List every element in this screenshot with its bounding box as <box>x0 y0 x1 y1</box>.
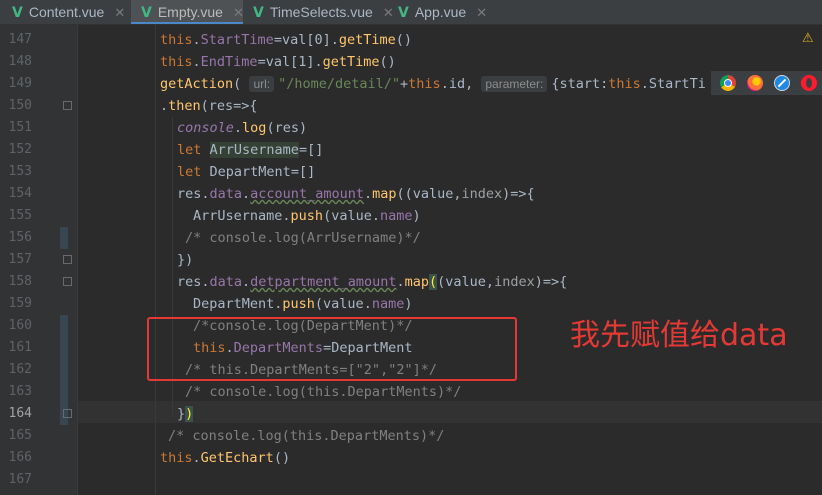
tab-content-vue[interactable]: V Content.vue ✕ <box>0 0 131 24</box>
active-tab-indicator <box>131 22 243 24</box>
param-hint-url: url: <box>249 76 275 92</box>
editor-tab-bar: V Content.vue ✕ V Empty.vue ✕ V TimeSelects.v… <box>0 0 822 25</box>
opera-icon[interactable] <box>801 75 817 91</box>
line-number: 150 <box>8 98 32 113</box>
chrome-icon[interactable] <box>720 75 736 91</box>
line-number: 159 <box>8 296 32 311</box>
code-line-165: /* console.log(this.DepartMents)*/ <box>168 428 445 444</box>
line-number: 161 <box>8 340 32 355</box>
line-number: 165 <box>8 428 32 443</box>
code-line-157: }) <box>177 252 194 268</box>
line-number: 154 <box>8 186 32 201</box>
code-line-166: this.GetEchart() <box>160 450 291 466</box>
fold-icon[interactable] <box>63 101 72 110</box>
line-number: 158 <box>8 274 32 289</box>
tab-timeselects-vue[interactable]: V TimeSelects.vue ✕ <box>243 0 394 24</box>
annotation-text: 我先赋值给data <box>570 318 788 353</box>
fold-icon[interactable] <box>63 277 72 286</box>
line-number: 166 <box>8 450 32 465</box>
code-line-155: ArrUsername.push(value.name) <box>193 208 421 224</box>
line-number: 155 <box>8 208 32 223</box>
code-line-154: res.data.account_amount.map((value,index… <box>177 186 535 202</box>
line-number: 167 <box>8 472 32 487</box>
tab-empty-vue[interactable]: V Empty.vue ✕ <box>131 0 244 24</box>
fold-icon[interactable] <box>63 255 72 264</box>
code-line-156: /* console.log(ArrUsername)*/ <box>185 230 421 246</box>
line-number: 157 <box>8 252 32 267</box>
line-number: 156 <box>8 230 32 245</box>
fold-icon[interactable] <box>63 409 72 418</box>
code-line-149: getAction( url: "/home/detail/"+this.id, … <box>160 76 706 92</box>
line-number: 152 <box>8 142 32 157</box>
line-number: 153 <box>8 164 32 179</box>
code-line-164: }) <box>177 406 194 422</box>
code-line-153: let DepartMent=[] <box>177 164 316 180</box>
code-line-151: console.log(res) <box>177 120 308 136</box>
tab-app-vue[interactable]: V App.vue ✕ <box>388 0 498 24</box>
code-line-158: res.data.detpartment_amount.map((value,i… <box>177 274 568 290</box>
line-number: 148 <box>8 54 32 69</box>
change-marker <box>60 227 68 249</box>
vue-icon: V <box>12 5 23 21</box>
close-icon[interactable]: ✕ <box>114 5 125 20</box>
warning-icon[interactable]: ⚠ <box>802 31 814 46</box>
line-number: 151 <box>8 120 32 135</box>
code-line-147: this.StartTime=val[0].getTime() <box>160 32 413 48</box>
code-line-150: .then(res=>{ <box>160 98 258 114</box>
line-number: 149 <box>8 76 32 91</box>
close-icon[interactable]: ✕ <box>476 5 487 20</box>
indent-guide <box>155 24 156 495</box>
line-number: 164 <box>8 406 32 421</box>
code-line-163: /* console.log(this.DepartMents)*/ <box>185 384 462 400</box>
browser-preview-bar <box>711 71 822 95</box>
line-number: 160 <box>8 318 32 333</box>
line-number: 162 <box>8 362 32 377</box>
line-number: 147 <box>8 32 32 47</box>
line-number: 163 <box>8 384 32 399</box>
code-line-148: this.EndTime=val[1].getTime() <box>160 54 396 70</box>
param-hint-parameter: parameter: <box>481 76 548 92</box>
vue-icon: V <box>398 5 409 21</box>
safari-icon[interactable] <box>774 75 790 91</box>
code-line-159: DepartMent.push(value.name) <box>193 296 413 312</box>
firefox-icon[interactable] <box>747 75 763 91</box>
annotation-highlight-box <box>147 317 517 381</box>
code-line-152: let ArrUsername=[] <box>177 142 324 158</box>
vue-icon: V <box>141 5 152 21</box>
vue-icon: V <box>253 5 264 21</box>
